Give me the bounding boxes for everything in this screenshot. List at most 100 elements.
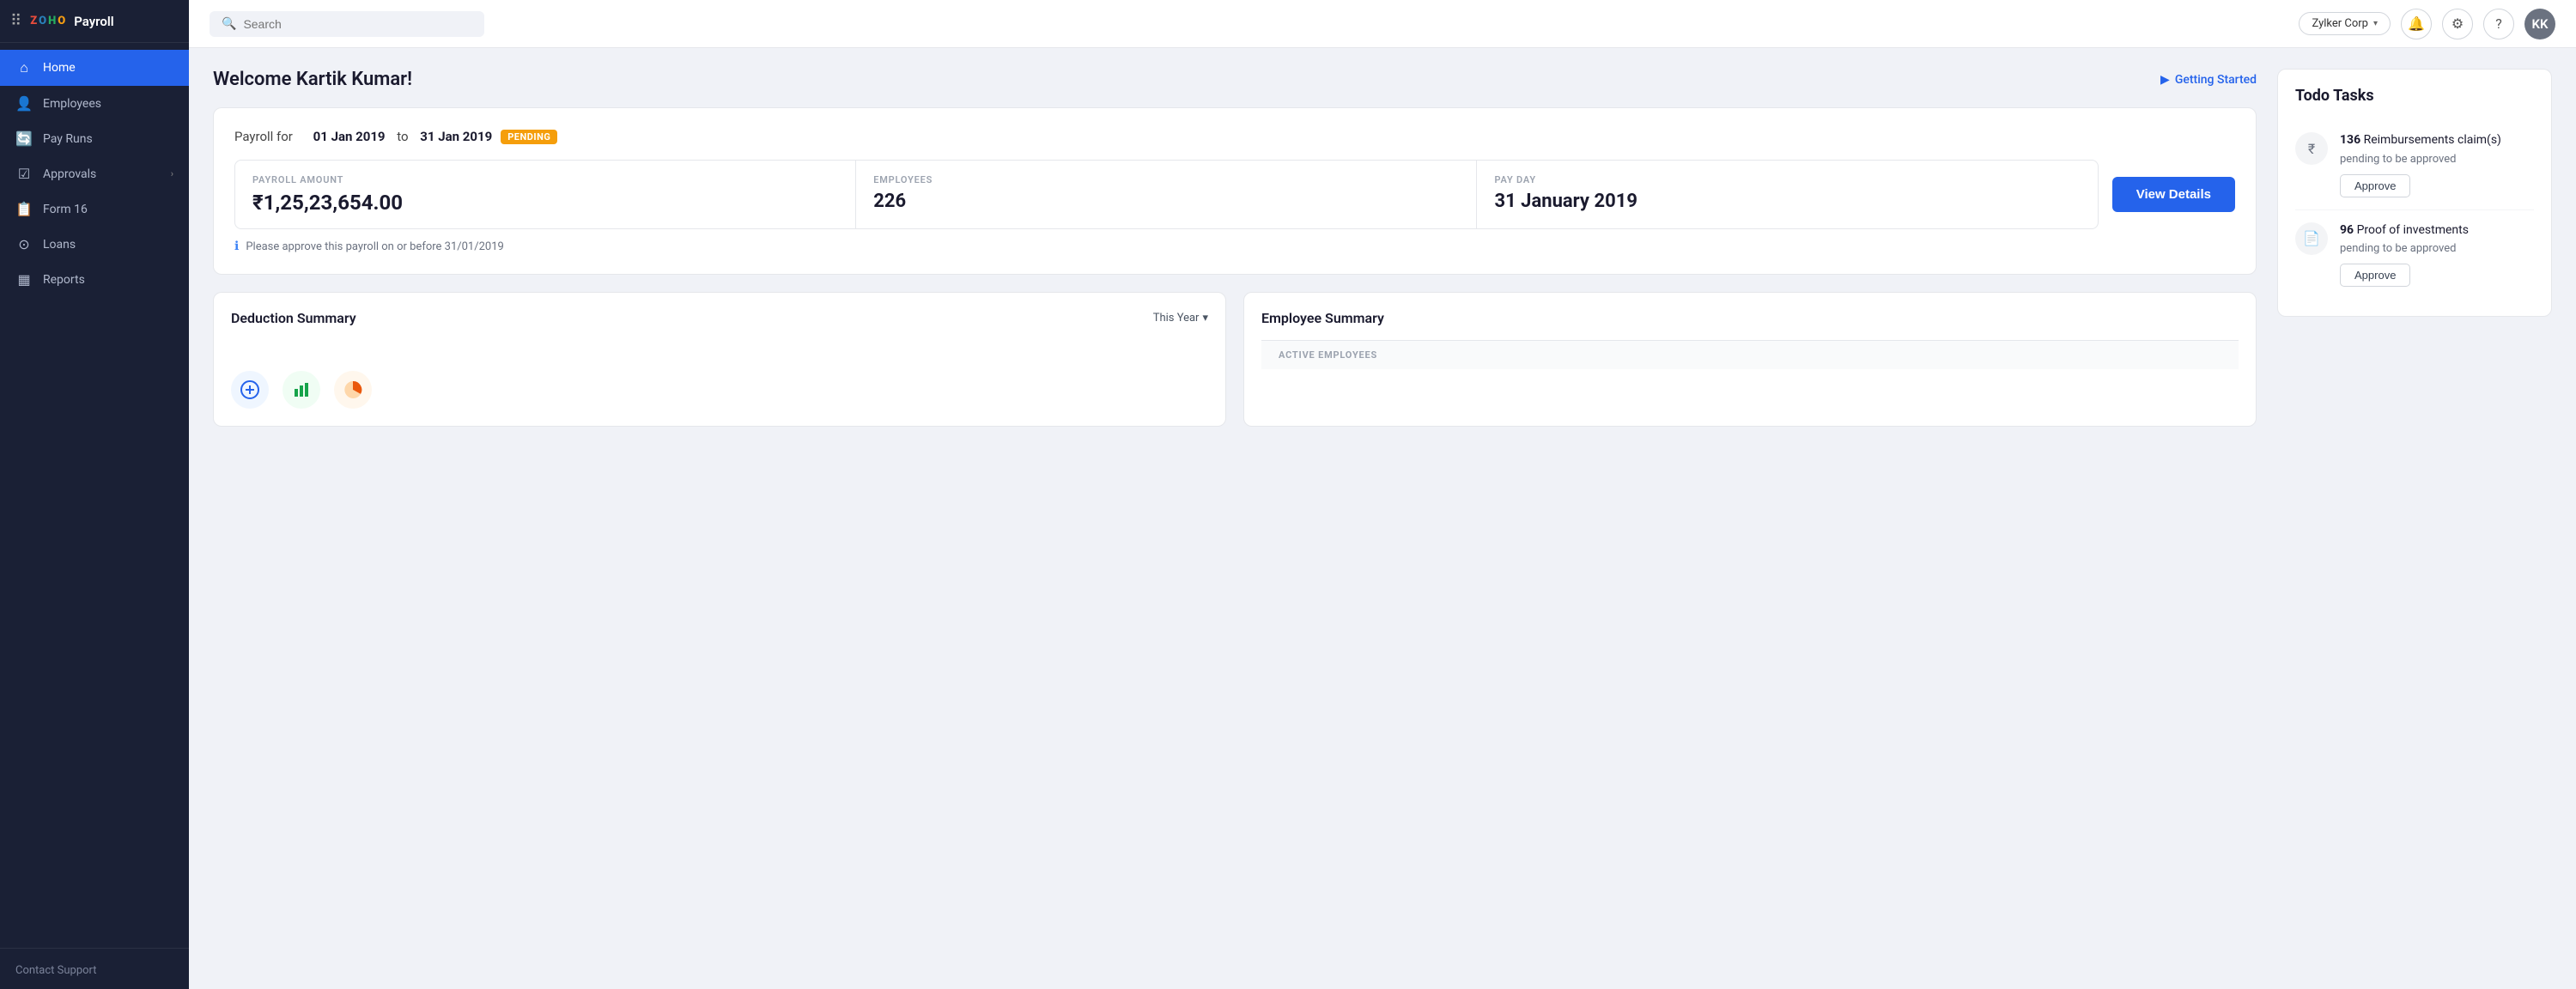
pending-badge: PENDING: [501, 130, 557, 144]
payroll-warning: ℹ Please approve this payroll on or befo…: [234, 240, 2235, 253]
org-name: Zylker Corp: [2312, 17, 2368, 30]
sidebar-label-form16: Form 16: [43, 203, 88, 216]
app-name: Payroll: [74, 14, 113, 29]
todo-item-1-content: 136 Reimbursements claim(s) pending to b…: [2340, 132, 2534, 197]
sidebar-item-reports[interactable]: ▦ Reports: [0, 262, 189, 297]
employee-summary-header: Employee Summary: [1261, 310, 2239, 326]
contact-support-link[interactable]: Contact Support: [15, 964, 97, 977]
sidebar-item-form16[interactable]: 📋 Form 16: [0, 191, 189, 227]
sidebar-item-pay-runs[interactable]: 🔄 Pay Runs: [0, 121, 189, 156]
payroll-amount-stat: PAYROLL AMOUNT ₹1,25,23,654.00: [235, 161, 856, 228]
deduction-summary-title: Deduction Summary: [231, 310, 356, 326]
todo-title: Todo Tasks: [2295, 87, 2534, 105]
investments-label: Proof of investments: [2357, 223, 2469, 237]
sidebar-footer: Contact Support: [0, 948, 189, 989]
main-area: 🔍 Zylker Corp ▾ 🔔 ⚙ ? KK: [189, 0, 2576, 989]
approvals-arrow: ›: [171, 168, 173, 179]
content-side: Todo Tasks ₹ 136 Reimbursements claim(s)…: [2277, 69, 2552, 968]
todo-item-2-content: 96 Proof of investments pending to be ap…: [2340, 222, 2534, 288]
employees-stat: EMPLOYEES 226: [856, 161, 1477, 228]
sidebar: ⠿ ZOHO Payroll ⌂ Home 👤 Employees 🔄 Pay …: [0, 0, 189, 989]
deduction-summary-card: Deduction Summary This Year ▾: [213, 292, 1226, 427]
sidebar-item-approvals[interactable]: ☑ Approvals ›: [0, 156, 189, 191]
deduction-icon-blue: [231, 371, 269, 409]
sidebar-label-approvals: Approvals: [43, 167, 96, 181]
employees-icon: 👤: [15, 95, 33, 112]
year-chevron-icon: ▾: [1202, 312, 1208, 325]
info-icon: ℹ: [234, 240, 239, 253]
payroll-card: Payroll for 01 Jan 2019 to 31 Jan 2019 P…: [213, 107, 2257, 275]
active-employees-col: ACTIVE EMPLOYEES: [1279, 349, 2221, 361]
sidebar-label-home: Home: [43, 61, 76, 75]
pay-day-value: 31 January 2019: [1494, 191, 2080, 212]
investments-count: 96: [2340, 223, 2354, 237]
search-icon: 🔍: [222, 17, 236, 31]
payroll-warning-text: Please approve this payroll on or before…: [246, 240, 504, 253]
employee-summary-table-header: ACTIVE EMPLOYEES: [1261, 340, 2239, 369]
investments-sub: pending to be approved: [2340, 242, 2534, 255]
reimbursements-count: 136: [2340, 133, 2360, 147]
org-selector[interactable]: Zylker Corp ▾: [2299, 12, 2391, 35]
settings-button[interactable]: ⚙: [2442, 9, 2473, 39]
view-details-button[interactable]: View Details: [2112, 177, 2235, 212]
org-chevron-icon: ▾: [2373, 19, 2378, 28]
payroll-stats: PAYROLL AMOUNT ₹1,25,23,654.00 EMPLOYEES…: [234, 160, 2099, 229]
logo-area: ⠿ ZOHO Payroll: [0, 0, 189, 43]
loans-icon: ⊙: [15, 236, 33, 252]
welcome-row: Welcome Kartik Kumar! ▶ Getting Started: [213, 69, 2257, 90]
help-icon: ?: [2495, 15, 2502, 32]
user-avatar[interactable]: KK: [2524, 9, 2555, 39]
approve-investments-button[interactable]: Approve: [2340, 264, 2410, 287]
todo-item-reimbursements: ₹ 136 Reimbursements claim(s) pending to…: [2295, 120, 2534, 210]
sidebar-label-loans: Loans: [43, 238, 76, 252]
investments-icon: 📄: [2295, 222, 2328, 255]
reimbursements-sub: pending to be approved: [2340, 153, 2534, 166]
payroll-prefix: Payroll for: [234, 129, 293, 144]
gear-icon: ⚙: [2451, 15, 2464, 32]
search-box[interactable]: 🔍: [210, 11, 484, 37]
payroll-date-from: 01 Jan 2019: [313, 129, 386, 144]
home-icon: ⌂: [15, 59, 33, 76]
summary-row: Deduction Summary This Year ▾: [213, 292, 2257, 427]
help-button[interactable]: ?: [2483, 9, 2514, 39]
pay-day-stat: PAY DAY 31 January 2019: [1477, 161, 2097, 228]
notifications-button[interactable]: 🔔: [2401, 9, 2432, 39]
employees-stat-label: EMPLOYEES: [873, 174, 1459, 185]
getting-started-label: Getting Started: [2175, 73, 2257, 87]
deduction-icon-green: [283, 371, 320, 409]
pay-runs-icon: 🔄: [15, 130, 33, 147]
welcome-title: Welcome Kartik Kumar!: [213, 69, 412, 90]
reimbursements-icon: ₹: [2295, 132, 2328, 165]
approvals-icon: ☑: [15, 166, 33, 182]
todo-item-2-text: 96 Proof of investments: [2340, 222, 2534, 240]
header-actions: Zylker Corp ▾ 🔔 ⚙ ? KK: [2299, 9, 2555, 39]
payroll-amount-value: ₹1,25,23,654.00: [252, 191, 838, 215]
bell-icon: 🔔: [2408, 15, 2425, 32]
reports-icon: ▦: [15, 271, 33, 288]
getting-started-button[interactable]: ▶ Getting Started: [2160, 73, 2257, 87]
logo-o2: O: [58, 15, 65, 27]
sidebar-item-home[interactable]: ⌂ Home: [0, 50, 189, 86]
logo-o1: O: [39, 15, 46, 27]
logo-z: Z: [30, 15, 37, 27]
payroll-amount-label: PAYROLL AMOUNT: [252, 174, 838, 185]
sidebar-label-reports: Reports: [43, 273, 85, 287]
reimbursements-label: Reimbursements claim(s): [2364, 133, 2501, 147]
approve-reimbursements-button[interactable]: Approve: [2340, 174, 2410, 197]
sidebar-item-employees[interactable]: 👤 Employees: [0, 86, 189, 121]
payroll-date-to: 31 Jan 2019: [420, 129, 492, 144]
logo-h: H: [48, 15, 56, 27]
employee-summary-card: Employee Summary ACTIVE EMPLOYEES: [1243, 292, 2257, 427]
content-main: Welcome Kartik Kumar! ▶ Getting Started …: [213, 69, 2257, 968]
grid-icon[interactable]: ⠿: [10, 12, 21, 30]
deduction-summary-header: Deduction Summary This Year ▾: [231, 310, 1208, 326]
year-selector[interactable]: This Year ▾: [1153, 312, 1208, 325]
avatar-initials: KK: [2531, 16, 2548, 32]
header: 🔍 Zylker Corp ▾ 🔔 ⚙ ? KK: [189, 0, 2576, 48]
todo-card: Todo Tasks ₹ 136 Reimbursements claim(s)…: [2277, 69, 2552, 317]
year-selector-label: This Year: [1153, 312, 1200, 325]
sidebar-nav: ⌂ Home 👤 Employees 🔄 Pay Runs ☑ Approval…: [0, 43, 189, 948]
sidebar-item-loans[interactable]: ⊙ Loans: [0, 227, 189, 262]
pay-day-label: PAY DAY: [1494, 174, 2080, 185]
search-input[interactable]: [243, 17, 472, 31]
